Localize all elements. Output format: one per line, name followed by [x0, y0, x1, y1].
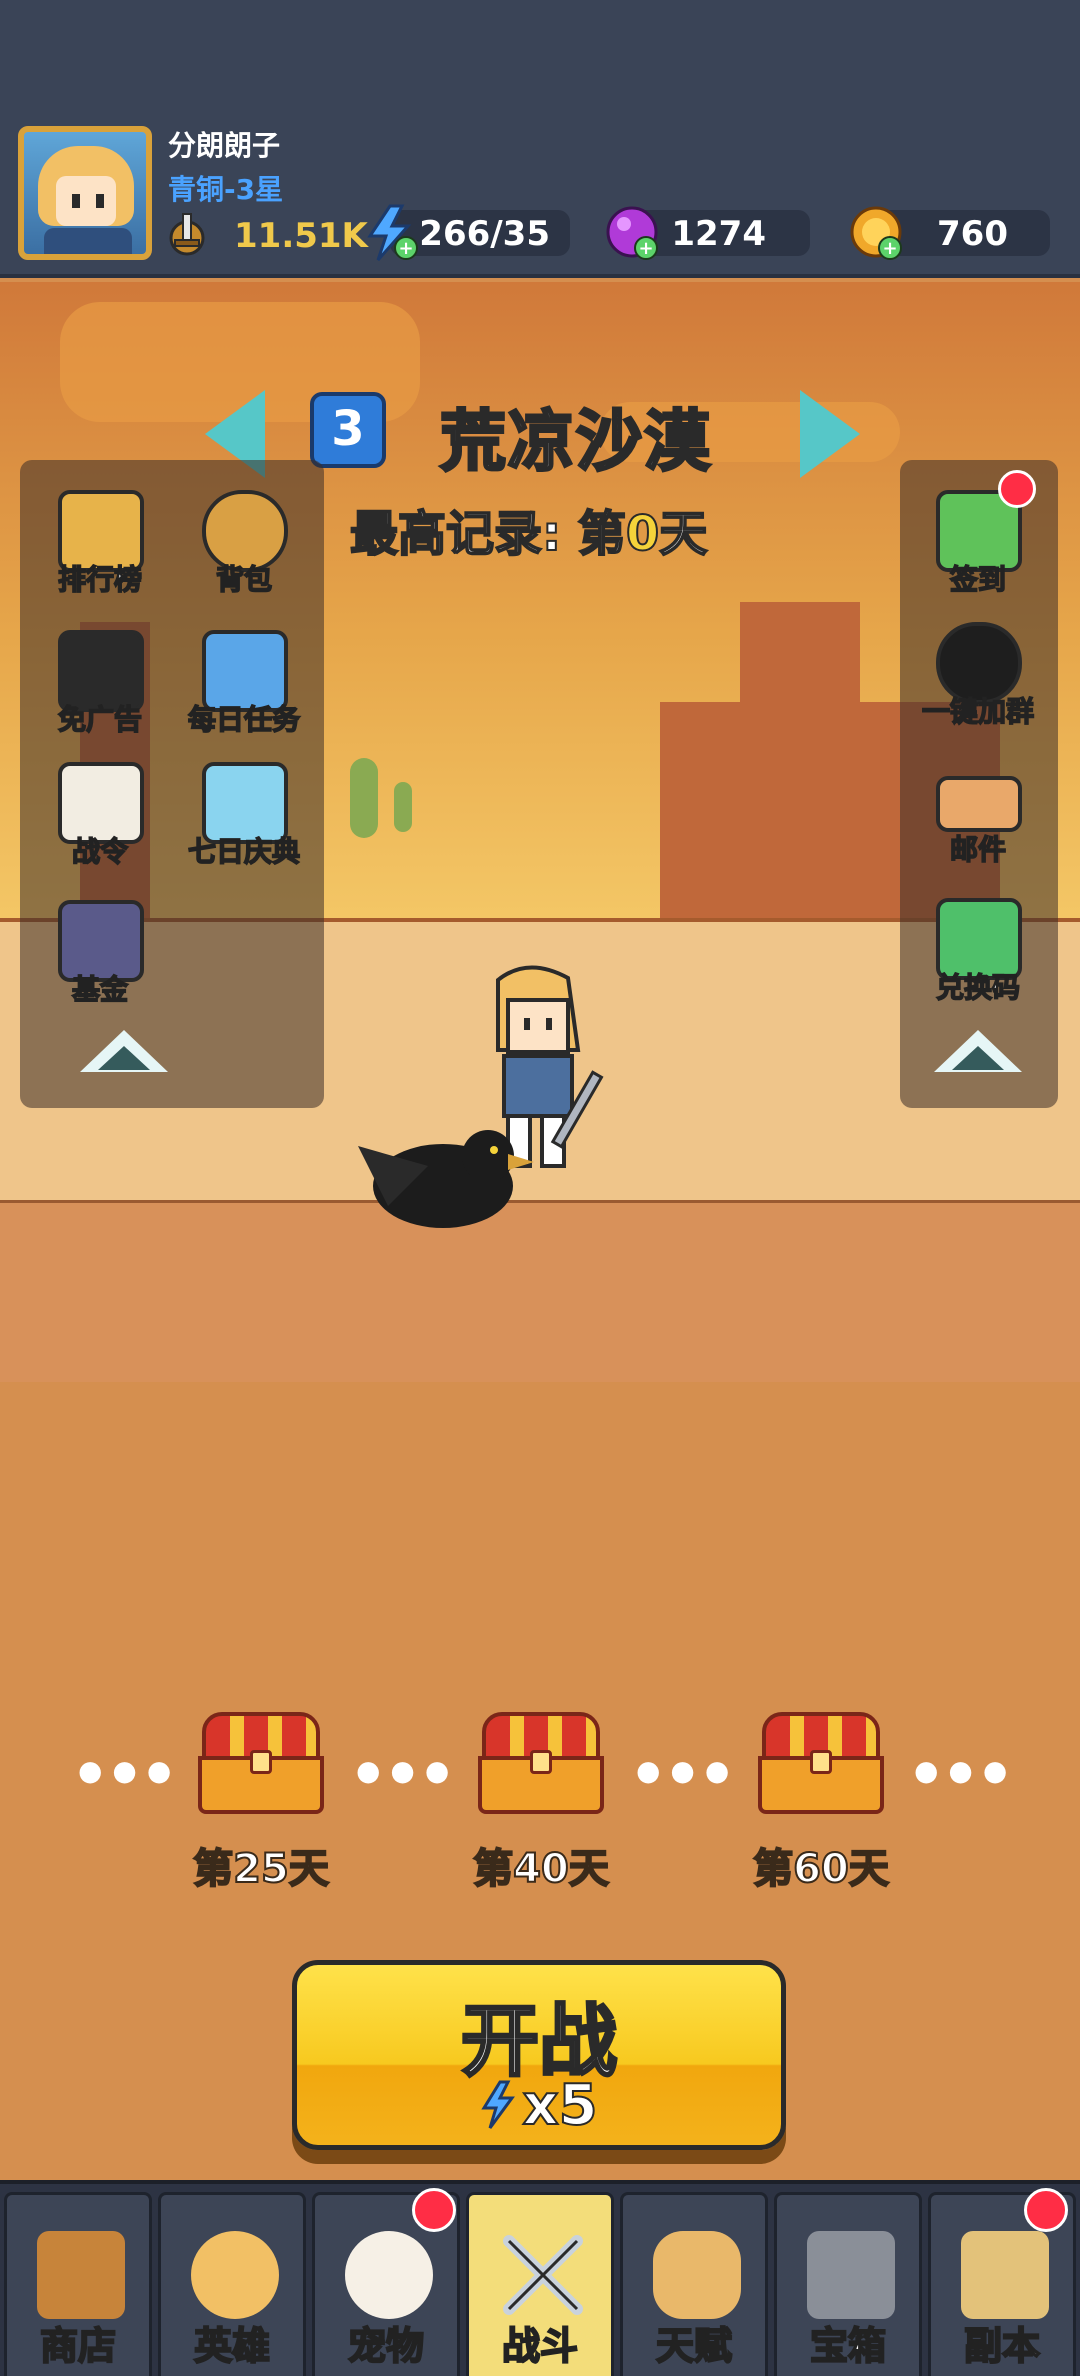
record-suffix: 天	[658, 505, 708, 563]
gold-coin-icon: +	[850, 206, 902, 260]
milestone-dots: ●●●	[356, 1754, 460, 1787]
battle-pass-button[interactable]: 战令	[30, 756, 170, 886]
combat-power-value: 11.51K	[234, 216, 368, 256]
mail-scroll-icon	[936, 776, 1022, 832]
player-name: 分朗朗子	[168, 129, 281, 162]
energy-value: 266/35	[419, 214, 550, 254]
checkin-notification-dot	[998, 470, 1036, 508]
nav-battle[interactable]: 战斗	[466, 2192, 614, 2376]
winged-fist-icon	[653, 2231, 741, 2319]
map-scroll-icon	[961, 2231, 1049, 2319]
svg-text:+: +	[638, 238, 653, 259]
energy-bolt-icon	[481, 2080, 516, 2129]
top-bar: 分朗朗子 青铜-3星 11.51K 266/35 + 1274 + 760 +	[0, 0, 1080, 278]
pet-rabbit-icon	[345, 2231, 433, 2319]
daily-task-button[interactable]: 每日任务	[174, 624, 314, 754]
treasure-chest-icon	[807, 2231, 895, 2319]
best-record: 最高记录: 第0天	[349, 494, 708, 564]
milestone-label: 第25天	[192, 1845, 330, 1893]
left-feature-panel: 排行榜 背包 免广告 每日任务 战令 七日庆典 基金	[20, 460, 324, 1108]
pet-notification-dot	[412, 2188, 456, 2232]
milestone-dots: ●●●	[636, 1754, 740, 1787]
dungeon-notification-dot	[1024, 2188, 1068, 2232]
redeem-code-button[interactable]: 兑换码	[908, 892, 1048, 1022]
milestone-chest-60[interactable]	[758, 1712, 884, 1816]
collapse-right-panel-chevron-icon[interactable]	[934, 1030, 1022, 1072]
milestone-label: 第60天	[752, 1845, 890, 1893]
right-feature-panel: 签到 一键加群 邮件 兑换码	[900, 460, 1058, 1108]
milestone-label: 第40天	[472, 1845, 610, 1893]
purple-gem-icon: +	[606, 206, 658, 260]
shop-stall-icon	[37, 2231, 125, 2319]
fund-button[interactable]: 基金	[30, 894, 170, 1024]
crossed-swords-icon	[503, 2235, 583, 2315]
gem-value: 1274	[671, 214, 766, 254]
chest-lock-icon	[250, 1750, 272, 1774]
energy-bolt-icon: +	[367, 204, 418, 261]
nav-chest[interactable]: 宝箱	[774, 2192, 922, 2376]
stage-title: 荒凉沙漠	[439, 402, 712, 482]
combat-power-icon	[169, 213, 205, 256]
no-ads-button[interactable]: 免广告	[30, 624, 170, 754]
stage-number-badge: 3	[310, 392, 386, 468]
chest-lock-icon	[810, 1750, 832, 1774]
bottom-navigation: 商店 英雄 宠物 战斗 天赋 宝箱 副本	[0, 2180, 1080, 2376]
next-stage-arrow[interactable]	[800, 390, 860, 478]
svg-text:+: +	[398, 238, 413, 259]
milestone-chest-25[interactable]	[198, 1712, 324, 1816]
crow-pet	[358, 1130, 534, 1228]
nav-hero[interactable]: 英雄	[158, 2192, 306, 2376]
join-group-button[interactable]: 一键加群	[908, 616, 1048, 746]
battle-cost-value: x5	[521, 2072, 598, 2139]
seven-day-event-button[interactable]: 七日庆典	[174, 756, 314, 886]
battle-energy-cost: x5	[297, 2072, 781, 2139]
collapse-left-panel-chevron-icon[interactable]	[80, 1030, 168, 1072]
chest-lock-icon	[530, 1750, 552, 1774]
record-prefix: 最高记录: 第	[349, 505, 627, 563]
start-battle-button[interactable]: 开战 x5	[292, 1960, 786, 2150]
milestone-dots: ●●●	[914, 1754, 1018, 1787]
leaderboard-button[interactable]: 排行榜	[30, 484, 170, 614]
mail-button[interactable]: 邮件	[908, 754, 1048, 884]
nav-talent[interactable]: 天赋	[620, 2192, 768, 2376]
hero-icon	[191, 2231, 279, 2319]
player-rank: 青铜-3星	[168, 173, 284, 206]
nav-shop[interactable]: 商店	[4, 2192, 152, 2376]
backpack-button[interactable]: 背包	[174, 484, 314, 614]
record-day-value: 0	[625, 505, 660, 563]
player-avatar[interactable]	[18, 126, 152, 260]
gold-value: 760	[937, 214, 1008, 254]
milestone-chest-40[interactable]	[478, 1712, 604, 1816]
milestone-dots: ●●●	[78, 1754, 182, 1787]
svg-text:+: +	[882, 238, 897, 259]
